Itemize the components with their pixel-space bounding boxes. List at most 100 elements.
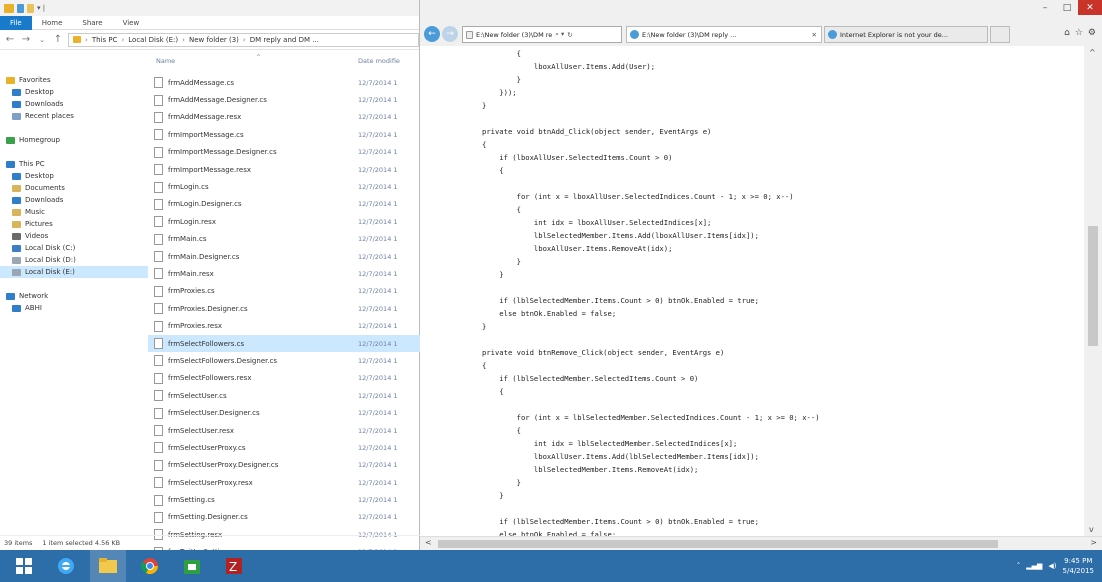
file-row[interactable]: frmProxies.cs 12/7/2014 1 [148,283,420,300]
minimize-button[interactable]: – [1034,0,1056,15]
clock[interactable]: 9:45 PM 5/4/2015 [1063,556,1094,576]
quick-access-new-folder-icon[interactable] [27,3,34,13]
up-arrow-icon[interactable]: ↑ [52,34,64,45]
file-row[interactable]: frmAddMessage.resx 12/7/2014 1 [148,109,420,126]
ie-taskbar-button[interactable] [48,550,84,582]
nav-item[interactable]: This PC [0,158,148,170]
recent-locations-chevron-icon[interactable]: ⌄ [36,36,48,44]
file-row[interactable]: frmImportMessage.resx 12/7/2014 1 [148,161,420,178]
column-header-date-modified[interactable]: Date modifie [358,57,400,65]
search-icon[interactable]: ⌕ ▾ [555,30,564,39]
file-row[interactable]: frmSetting.cs 12/7/2014 1 [148,491,420,508]
back-arrow-icon[interactable]: ← [4,34,16,45]
ribbon-tab-view[interactable]: View [113,16,150,30]
nav-item[interactable]: ABHI [0,302,148,314]
nav-item[interactable]: Local Disk (D:) [0,254,148,266]
vertical-scrollbar[interactable]: ^ v [1084,46,1102,536]
file-date: 12/7/2014 1 [358,148,398,157]
scroll-right-arrow-icon[interactable]: > [1090,538,1097,547]
file-row[interactable]: frmSelectUser.resx 12/7/2014 1 [148,422,420,439]
file-row[interactable]: frmLogin.resx 12/7/2014 1 [148,213,420,230]
file-row[interactable]: frmLogin.Designer.cs 12/7/2014 1 [148,196,420,213]
filezilla-taskbar-button[interactable]: Z [216,550,252,582]
settings-gear-icon[interactable]: ⚙ [1088,28,1096,38]
horizontal-scrollbar[interactable]: < > [420,536,1102,550]
explorer-titlebar: ▾ | [0,0,419,16]
nav-item[interactable]: Desktop [0,170,148,182]
nav-item[interactable]: Local Disk (E:) [0,266,148,278]
file-icon [154,338,163,350]
scroll-down-arrow-icon[interactable]: v [1089,525,1094,534]
file-row[interactable]: frmSelectFollowers.cs 12/7/2014 1 [148,334,420,353]
vertical-scroll-thumb[interactable] [1088,226,1098,346]
ribbon-tab-file[interactable]: File [0,15,32,30]
store-taskbar-button[interactable] [174,550,210,582]
breadcrumb-dm-reply[interactable]: DM reply and DM ... [250,36,319,44]
file-row[interactable]: frmImportMessage.Designer.cs 12/7/2014 1 [148,144,420,161]
nav-item[interactable]: Downloads [0,98,148,110]
quick-access-dropdown-icon[interactable]: ▾ | [37,4,45,12]
nav-item[interactable]: Pictures [0,218,148,230]
file-row[interactable]: frmSelectFollowers.Designer.cs 12/7/2014 … [148,352,420,369]
file-row[interactable]: frmSetting.Designer.cs 12/7/2014 1 [148,509,420,526]
file-row[interactable]: frmSelectUserProxy.Designer.cs 12/7/2014 … [148,457,420,474]
new-tab-button[interactable] [990,26,1010,43]
explorer-address-bar[interactable]: › This PC › Local Disk (E:) › New folder… [68,32,419,47]
breadcrumb-this-pc[interactable]: This PC [92,36,118,44]
volume-icon[interactable]: ◀) [1048,562,1056,570]
ie-back-button[interactable]: ← [424,26,440,42]
file-row[interactable]: frmSelectUserProxy.cs 12/7/2014 1 [148,439,420,456]
refresh-icon[interactable]: ↻ [567,31,572,39]
network-icon[interactable]: ▂▄▆ [1026,562,1042,570]
explorer-taskbar-button[interactable] [90,550,126,582]
ribbon-tab-home[interactable]: Home [32,16,73,30]
file-row[interactable]: frmAddMessage.cs 12/7/2014 1 [148,74,420,91]
nav-item[interactable]: Recent places [0,110,148,122]
favorites-star-icon[interactable]: ☆ [1075,28,1083,38]
nav-item[interactable]: Documents [0,182,148,194]
quick-access-properties-icon[interactable] [17,3,24,13]
file-row[interactable]: frmLogin.cs 12/7/2014 1 [148,178,420,195]
nav-item[interactable]: Homegroup [0,134,148,146]
breadcrumb-new-folder[interactable]: New folder (3) [189,36,239,44]
nav-item[interactable]: Favorites [0,74,148,86]
nav-item[interactable]: Videos [0,230,148,242]
chrome-taskbar-button[interactable] [132,550,168,582]
file-row[interactable]: frmSelectFollowers.resx 12/7/2014 1 [148,370,420,387]
file-row[interactable]: frmSelectUser.Designer.cs 12/7/2014 1 [148,404,420,421]
file-row[interactable]: frmMain.cs 12/7/2014 1 [148,231,420,248]
ie-tab-active[interactable]: E:\New folder (3)\DM reply ... ✕ [626,26,822,43]
file-row[interactable]: frmSelectUser.cs 12/7/2014 1 [148,387,420,404]
column-header-name[interactable]: Name [156,57,175,65]
nav-item[interactable]: Network [0,290,148,302]
file-row[interactable]: frmMain.resx 12/7/2014 1 [148,265,420,282]
start-button[interactable] [6,550,42,582]
breadcrumb-local-disk[interactable]: Local Disk (E:) [128,36,178,44]
ribbon-tab-share[interactable]: Share [72,16,112,30]
file-row[interactable]: frmSelectUserProxy.resx 12/7/2014 1 [148,474,420,491]
nav-item[interactable]: Local Disk (C:) [0,242,148,254]
scroll-up-arrow-icon[interactable]: ^ [1089,48,1096,57]
ie-address-bar[interactable]: E:\New folder (3)\DM re ⌕ ▾ ↻ [462,26,622,43]
close-tab-icon[interactable]: ✕ [812,31,817,39]
nav-item[interactable]: Desktop [0,86,148,98]
close-button[interactable]: ✕ [1078,0,1102,15]
file-row[interactable]: frmProxies.Designer.cs 12/7/2014 1 [148,300,420,317]
ie-forward-button[interactable]: → [442,26,458,42]
file-row[interactable]: frmMain.Designer.cs 12/7/2014 1 [148,248,420,265]
scroll-left-arrow-icon[interactable]: < [425,538,432,547]
ie-tab-inactive[interactable]: Internet Explorer is not your de... [824,26,988,43]
forward-arrow-icon[interactable]: → [20,34,32,45]
file-name: frmSelectUser.Designer.cs [168,409,260,418]
maximize-button[interactable]: □ [1056,0,1078,15]
file-row[interactable]: frmProxies.resx 12/7/2014 1 [148,317,420,334]
horizontal-scroll-thumb[interactable] [438,540,998,548]
show-hidden-icons-icon[interactable]: ˄ [1017,562,1021,570]
file-row[interactable]: frmImportMessage.cs 12/7/2014 1 [148,126,420,143]
nav-item[interactable]: Downloads [0,194,148,206]
code-line: for (int x = lblSelectedMember.SelectedI… [482,413,820,422]
home-icon[interactable]: ⌂ [1064,28,1070,38]
file-row[interactable]: frmAddMessage.Designer.cs 12/7/2014 1 [148,91,420,108]
code-line: })); [482,88,517,97]
nav-item[interactable]: Music [0,206,148,218]
